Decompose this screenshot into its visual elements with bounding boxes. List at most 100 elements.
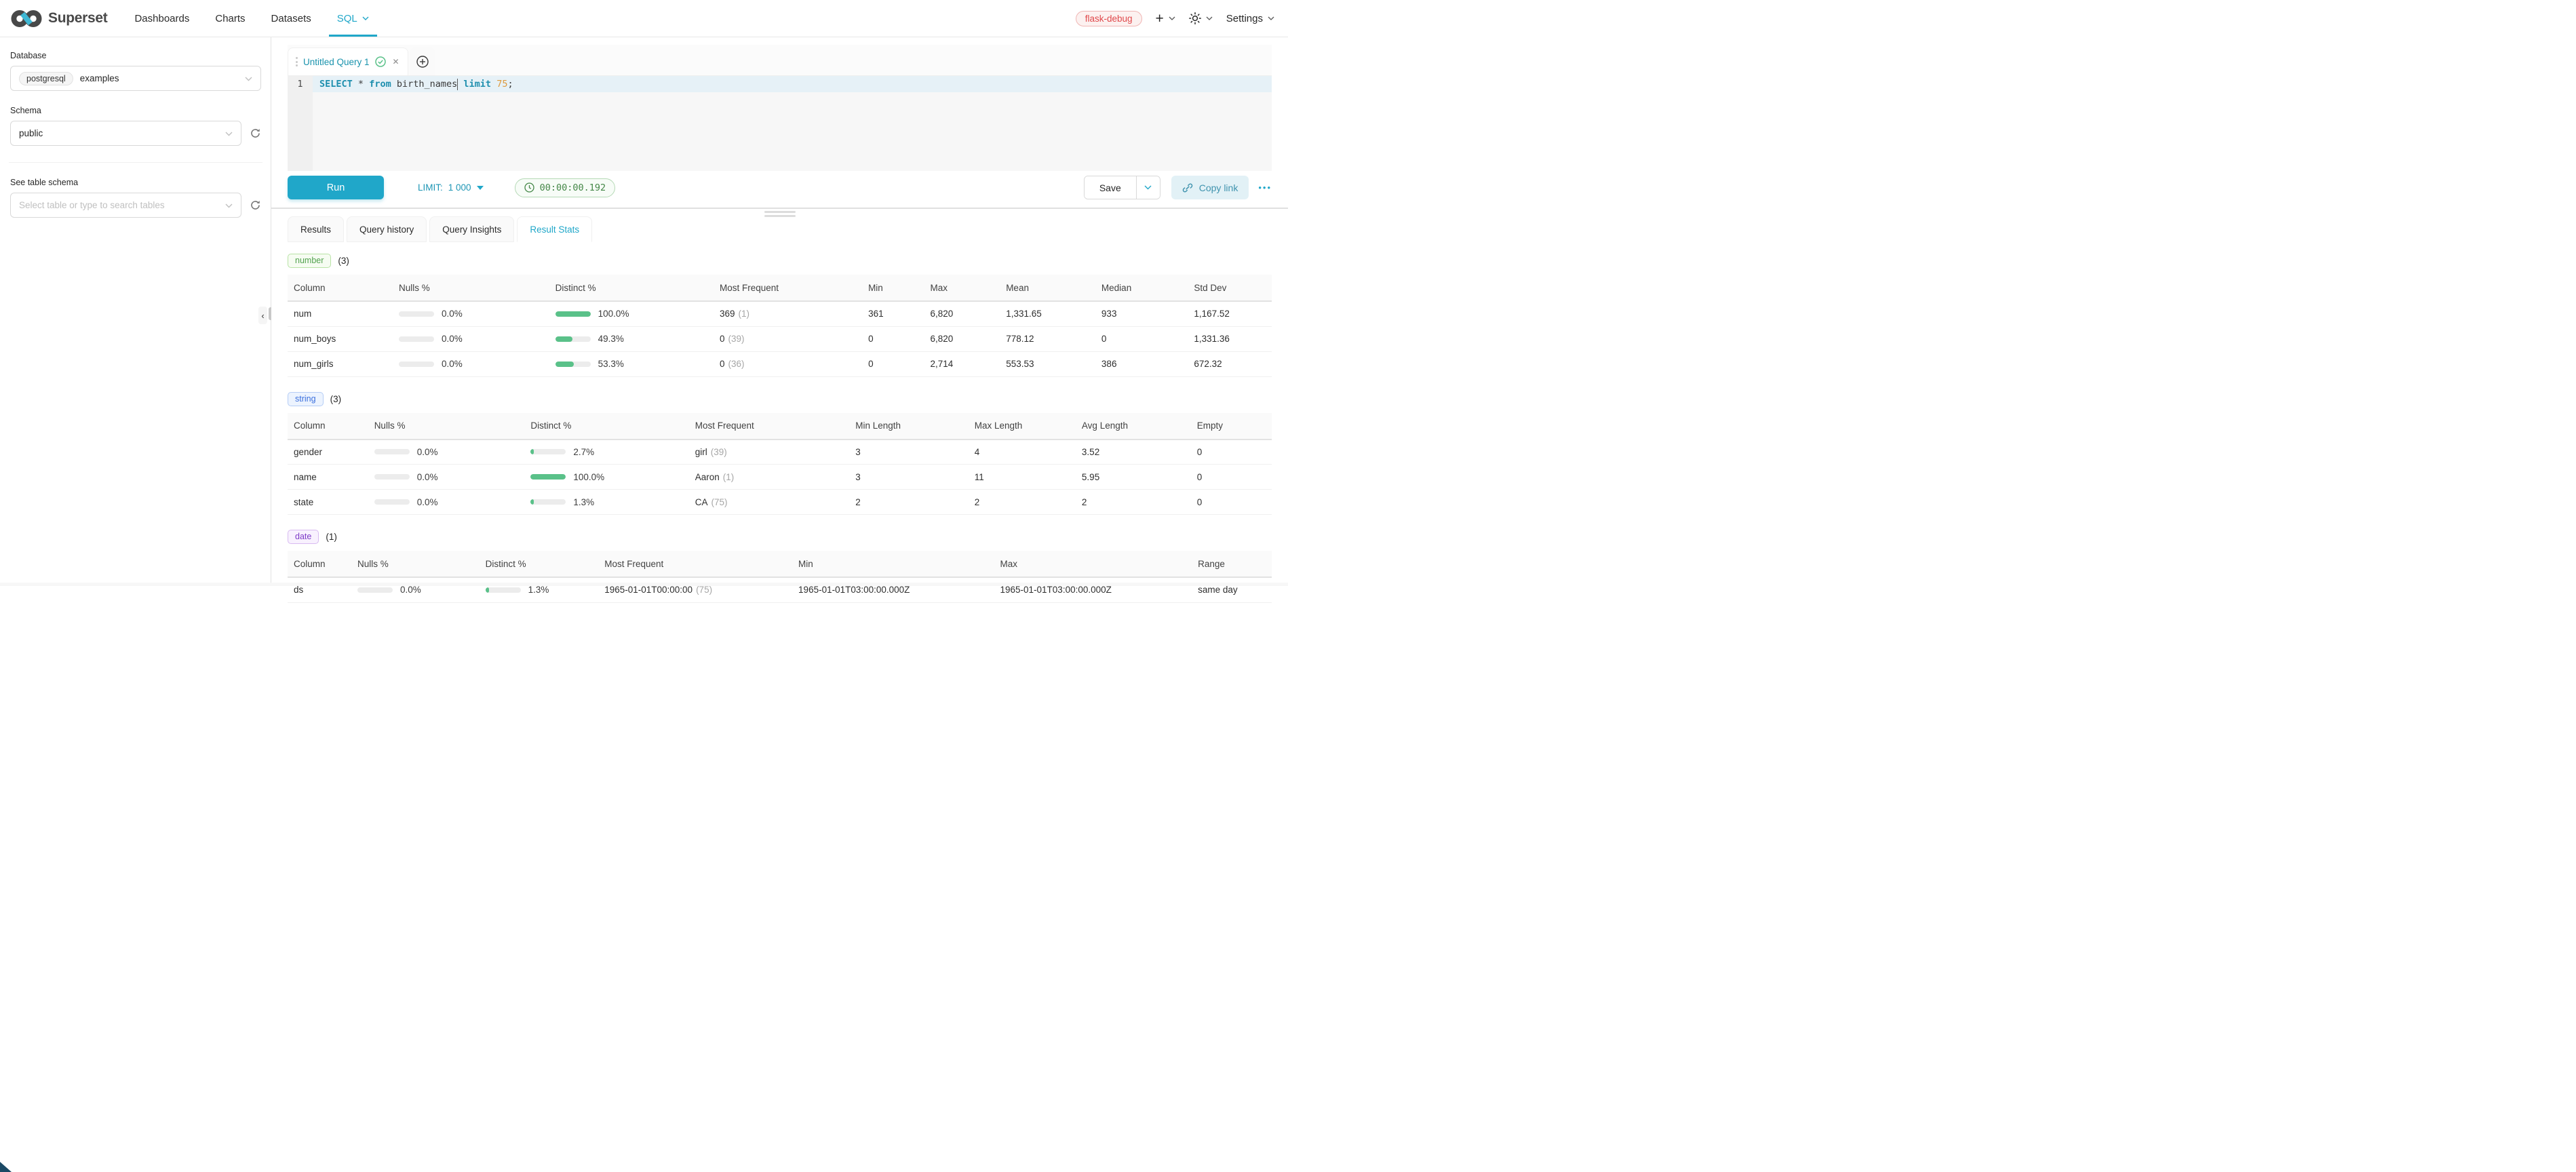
percent-bar-cell: 0.0% [374,440,531,465]
chevron-down-icon [225,128,233,138]
column-name-cell: num [288,301,399,326]
value-cell: 0 [1197,440,1272,465]
sql-token: birth_names [391,79,458,90]
nav-dashboards[interactable]: Dashboards [130,0,193,37]
plus-icon: + [1156,12,1164,26]
type-tag-string: string [288,392,324,406]
value-cell: 1965-01-01T03:00:00.000Z [1000,577,1198,602]
superset-infinity-icon [11,9,42,28]
column-header: Max [930,275,1006,301]
database-engine-tag: postgresql [19,72,73,85]
value-cell: 6,820 [930,301,1006,326]
sql-token [353,79,358,90]
tab-results[interactable]: Results [288,216,344,242]
nav-datasets[interactable]: Datasets [267,0,315,37]
refresh-tables-icon[interactable] [250,199,261,211]
nav-charts[interactable]: Charts [211,0,249,37]
progress-bar [530,474,566,480]
settings-menu[interactable]: Settings [1226,13,1274,24]
sql-editor[interactable]: 1 SELECT * from birth_names limit 75; [288,76,1272,171]
plus-circle-icon [416,56,429,68]
copy-link-button[interactable]: Copy link [1171,176,1249,199]
column-header: Column [288,551,357,577]
tab-query-history[interactable]: Query history [347,216,427,242]
brand-name: Superset [48,10,107,26]
value-cell: 1965-01-01T03:00:00.000Z [798,577,1000,602]
percent-bar-cell: 0.0% [374,465,531,490]
value-cell: 2,714 [930,351,1006,376]
column-header: Median [1101,275,1194,301]
column-header: Most Frequent [604,551,798,577]
refresh-schemas-icon[interactable] [250,128,261,139]
schema-label: Schema [10,106,261,115]
column-name-cell: num_boys [288,326,399,351]
percent-bar-cell: 1.3% [530,490,695,515]
chevron-down-icon [225,200,233,210]
progress-bar [530,449,566,454]
database-select[interactable]: postgresql examples [10,66,261,91]
progress-bar [555,311,591,317]
limit-label: LIMIT: [418,182,443,193]
column-count: (3) [338,256,349,266]
value-cell: 6,820 [930,326,1006,351]
table-row: ds0.0%1.3%1965-01-01T00:00:00(75)1965-01… [288,577,1272,602]
theme-toggle[interactable] [1189,12,1213,24]
column-header: Most Frequent [720,275,868,301]
chevron-down-icon [1268,16,1274,20]
sql-token [364,79,369,90]
save-query-button[interactable]: Save [1085,176,1137,199]
column-header: Distinct % [530,413,695,440]
table-select[interactable]: Select table or type to search tables [10,193,241,218]
schema-select[interactable]: public [10,121,241,146]
run-query-button[interactable]: Run [288,176,384,199]
value-cell: same day [1198,577,1272,602]
most-frequent-cell: 369(1) [720,301,868,326]
progress-bar [530,499,566,505]
column-header: Avg Length [1082,413,1197,440]
table-row: num0.0%100.0%369(1)3616,8201,331.659331,… [288,301,1272,326]
nav-sql[interactable]: SQL [333,0,373,37]
value-cell: 1,331.36 [1194,326,1272,351]
tab-result-stats[interactable]: Result Stats [517,216,592,242]
value-cell: 0 [1197,490,1272,515]
column-header: Max Length [975,413,1082,440]
column-header: Min Length [855,413,975,440]
table-row: name0.0%100.0%Aaron(1)3115.950 [288,465,1272,490]
sql-code-line: SELECT * from birth_names limit 75; [313,76,1272,92]
new-item-menu[interactable]: + [1156,12,1175,26]
results-tab-bar: Results Query history Query Insights Res… [288,216,1272,242]
sql-token: * [358,79,364,90]
query-tab-bar: Untitled Query 1 ✕ [288,45,1272,76]
query-timer: 00:00:00.192 [515,178,616,197]
chevron-down-icon [362,16,369,20]
limit-dropdown[interactable]: LIMIT: 1 000 [418,182,484,193]
line-number: 1 [288,76,313,92]
panel-splitter[interactable] [271,208,1288,216]
progress-bar [374,499,410,505]
close-tab-icon[interactable]: ✕ [393,57,399,66]
splitter-grip-icon [764,211,796,217]
most-frequent-cell: 1965-01-01T00:00:00(75) [604,577,798,602]
save-options-button[interactable] [1137,176,1160,199]
column-header: Std Dev [1194,275,1272,301]
superset-logo[interactable]: Superset [11,9,107,28]
percent-bar-cell: 0.0% [399,301,555,326]
column-name-cell: name [288,465,374,490]
column-header: Column [288,275,399,301]
add-tab-button[interactable] [410,47,435,75]
value-cell: 0 [1101,326,1194,351]
stats-table-string: ColumnNulls %Distinct %Most FrequentMin … [288,413,1272,515]
more-options-button[interactable]: ••• [1258,182,1272,193]
query-tab[interactable]: Untitled Query 1 ✕ [288,47,408,75]
table-row: num_boys0.0%49.3%0(39)06,820778.1201,331… [288,326,1272,351]
stats-section-header: number(3) [288,254,1272,268]
progress-bar [555,362,591,367]
collapse-panel-button[interactable]: ‹ [258,307,267,324]
column-name-cell: ds [288,577,357,602]
query-tab-title: Untitled Query 1 [303,57,370,67]
progress-bar [374,474,410,480]
sql-token [458,79,463,90]
percent-bar-cell: 2.7% [530,440,695,465]
tab-query-insights[interactable]: Query Insights [429,216,514,242]
value-cell: 3 [855,465,975,490]
